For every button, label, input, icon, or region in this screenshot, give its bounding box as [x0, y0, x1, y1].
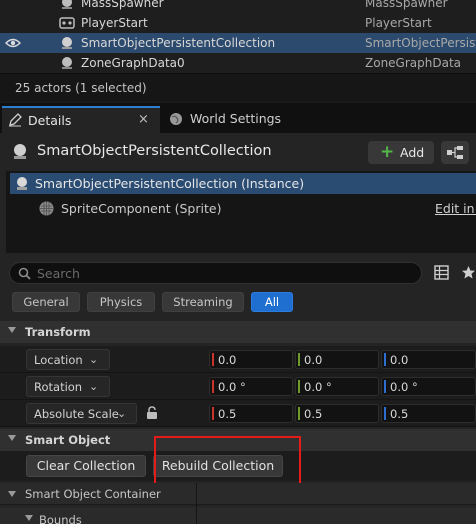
- world-outliner: MassSpawner MassSpawner PlayerStart Play…: [0, 0, 476, 73]
- scale-mode-dropdown[interactable]: Absolute Scale ⌄: [26, 403, 137, 424]
- outliner-row-zonegraphdata0[interactable]: ZoneGraphData0 ZoneGraphData: [0, 53, 476, 73]
- field-value: 0.5: [218, 407, 237, 421]
- actor-icon: [17, 177, 27, 190]
- favorite-star-icon[interactable]: [461, 265, 476, 280]
- scale-row: Absolute Scale ⌄ 0.5 0.5 0.5: [0, 400, 476, 427]
- outliner-row-type: SmartObjectPersist: [365, 36, 476, 50]
- location-z-field[interactable]: 0.0: [381, 350, 476, 369]
- bounds-label: Bounds: [39, 513, 82, 524]
- filter-all-button[interactable]: All: [251, 292, 293, 312]
- actor-count-text: 25 actors (1 selected): [15, 81, 147, 95]
- field-value: 0.0: [304, 353, 323, 367]
- component-label: SpriteComponent (Sprite): [61, 201, 222, 216]
- outliner-row-name: MassSpawner: [81, 0, 164, 10]
- component-row-instance[interactable]: SmartObjectPersistentCollection (Instanc…: [10, 173, 476, 194]
- outliner-row-name: PlayerStart: [81, 16, 148, 30]
- dropdown-label: Location: [34, 353, 83, 367]
- sprite-checker-icon: [39, 201, 54, 216]
- tab-details[interactable]: Details ×: [2, 106, 160, 133]
- outliner-row-playerstart[interactable]: PlayerStart PlayerStart: [0, 13, 476, 33]
- field-value: 0.0 °: [390, 380, 418, 394]
- component-label: SmartObjectPersistentCollection (Instanc…: [35, 176, 305, 191]
- lock-icon[interactable]: [145, 406, 159, 420]
- search-input[interactable]: Search: [9, 262, 422, 284]
- field-value: 0.0: [218, 353, 237, 367]
- outliner-row-type: PlayerStart: [365, 16, 432, 30]
- rotation-x-field[interactable]: 0.0 °: [209, 377, 293, 396]
- scale-x-field[interactable]: 0.5: [209, 404, 293, 423]
- outliner-status-bar: 25 actors (1 selected): [0, 73, 476, 101]
- scale-z-field[interactable]: 0.5: [381, 404, 476, 423]
- close-tab-icon[interactable]: ×: [138, 112, 149, 127]
- chevron-down-icon: ⌄: [89, 353, 99, 366]
- collapse-arrow-icon: [8, 327, 16, 333]
- collapse-arrow-icon: [8, 435, 16, 441]
- actor-icon: [62, 37, 72, 49]
- add-component-button[interactable]: + Add: [368, 141, 434, 164]
- search-placeholder: Search: [37, 266, 80, 281]
- player-start-icon: [59, 17, 75, 29]
- actor-icon: [14, 144, 26, 159]
- outliner-row-type: ZoneGraphData: [365, 56, 462, 70]
- field-value: 0.5: [304, 407, 323, 421]
- filter-streaming-button[interactable]: Streaming: [162, 292, 244, 312]
- location-mode-dropdown[interactable]: Location ⌄: [26, 349, 110, 370]
- column-divider: [196, 483, 197, 524]
- section-label: Smart Object: [25, 433, 111, 447]
- edit-in-cpp-link[interactable]: Edit in C: [435, 201, 476, 216]
- outliner-row-massspawner[interactable]: MassSpawner MassSpawner: [0, 0, 476, 13]
- actor-icon: [62, 0, 72, 9]
- field-value: 0.5: [390, 407, 409, 421]
- table-view-icon[interactable]: [434, 265, 449, 280]
- location-y-field[interactable]: 0.0: [295, 350, 379, 369]
- rotation-row: Rotation ⌄ 0.0 ° 0.0 ° 0.0 °: [0, 373, 476, 400]
- collapse-arrow-icon: [25, 515, 33, 521]
- transform-section-header[interactable]: Transform: [0, 321, 476, 343]
- section-label: Transform: [25, 325, 91, 339]
- details-pencil-icon: [9, 113, 22, 127]
- filter-general-button[interactable]: General: [12, 292, 80, 312]
- field-value: 0.0: [390, 353, 409, 367]
- rotation-mode-dropdown[interactable]: Rotation ⌄: [26, 376, 110, 397]
- dropdown-label: Absolute Scale: [34, 407, 119, 421]
- search-icon: [18, 267, 31, 280]
- dropdown-label: Rotation: [34, 380, 83, 394]
- collapse-arrow-icon: [8, 491, 16, 497]
- filter-physics-button[interactable]: Physics: [87, 292, 155, 312]
- blueprint-button[interactable]: [441, 141, 469, 164]
- clear-collection-button[interactable]: Clear Collection: [26, 455, 146, 477]
- chevron-down-icon: ⌄: [117, 407, 127, 420]
- tab-details-label: Details: [28, 113, 72, 128]
- outliner-row-type: MassSpawner: [365, 0, 448, 10]
- bounds-row[interactable]: Bounds: [0, 507, 476, 524]
- tab-world-settings-label: World Settings: [190, 111, 282, 126]
- add-button-label: Add: [400, 145, 425, 160]
- scale-y-field[interactable]: 0.5: [295, 404, 379, 423]
- field-value: 0.0 °: [304, 380, 332, 394]
- chevron-down-icon: ⌄: [89, 380, 99, 393]
- outliner-row-name: ZoneGraphData0: [81, 56, 185, 70]
- outliner-row-name: SmartObjectPersistentCollection: [81, 36, 276, 50]
- actor-icon: [62, 57, 72, 69]
- highlight-box: [154, 436, 301, 489]
- rotation-y-field[interactable]: 0.0 °: [295, 377, 379, 396]
- blueprint-icon: [447, 146, 463, 159]
- rotation-z-field[interactable]: 0.0 °: [381, 377, 476, 396]
- globe-icon: [170, 113, 182, 125]
- outliner-row-smartobjectpersistentcollection[interactable]: SmartObjectPersistentCollection SmartObj…: [0, 33, 476, 53]
- plus-icon: +: [380, 142, 395, 162]
- field-value: 0.0 °: [218, 380, 246, 394]
- visibility-eye-icon[interactable]: [5, 37, 21, 49]
- location-x-field[interactable]: 0.0: [209, 350, 293, 369]
- smart-object-container-row[interactable]: Smart Object Container: [0, 483, 476, 505]
- selected-actor-name: SmartObjectPersistentCollection: [37, 143, 272, 159]
- container-label: Smart Object Container: [25, 487, 161, 501]
- location-row: Location ⌄ 0.0 0.0 0.0: [0, 346, 476, 373]
